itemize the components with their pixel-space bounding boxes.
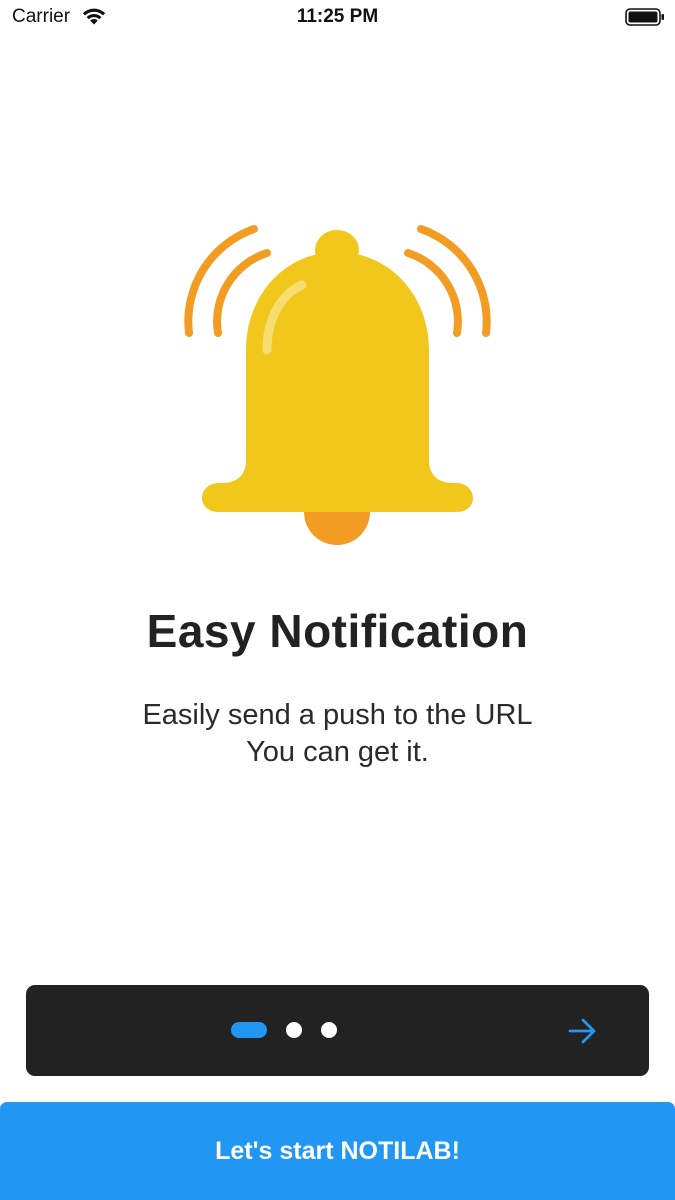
page-dot[interactable] — [321, 1022, 337, 1038]
status-bar: Carrier 11:25 PM — [0, 0, 675, 36]
onboarding-title: Easy Notification — [146, 605, 529, 657]
page-dot-active[interactable] — [231, 1022, 267, 1038]
page-indicator — [231, 1022, 337, 1038]
start-button[interactable]: Let's start NOTILAB! — [0, 1102, 675, 1200]
onboarding-screen: Carrier 11:25 PM Easy Notification Easil… — [0, 0, 675, 1200]
onboarding-subtitle: Easily send a push to the URL You can ge… — [0, 697, 675, 771]
subtitle-line: Easily send a push to the URL — [142, 699, 533, 731]
status-time: 11:25 PM — [296, 6, 379, 27]
subtitle-line: You can get it. — [246, 736, 429, 768]
page-dot[interactable] — [286, 1022, 302, 1038]
battery-icon — [625, 8, 664, 26]
bell-icon — [184, 225, 491, 545]
pager-bar — [26, 985, 649, 1076]
arrow-right-icon[interactable] — [567, 1016, 597, 1046]
